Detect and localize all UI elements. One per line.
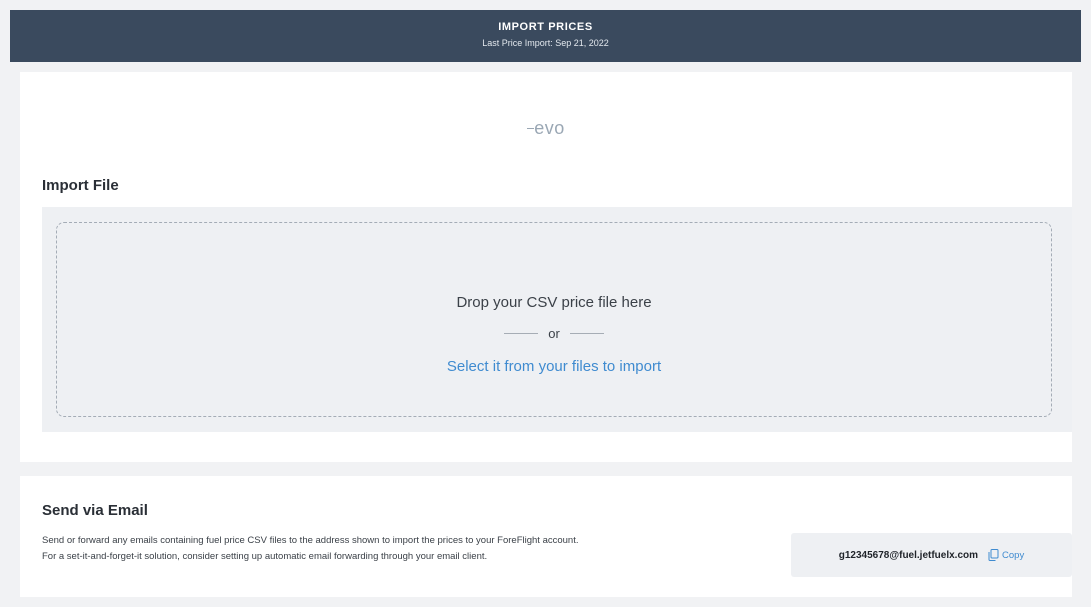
logo-text: evo (534, 118, 565, 138)
email-description: Send or forward any emails containing fu… (42, 533, 792, 565)
page-title: IMPORT PRICES (498, 21, 593, 33)
select-file-link[interactable]: Select it from your files to import (57, 358, 1051, 375)
drop-instruction: Drop your CSV price file here (456, 294, 652, 311)
copy-icon (988, 549, 999, 561)
or-text: or (548, 326, 560, 341)
email-address-box: g12345678@fuel.jetfuelx.com Copy (791, 533, 1072, 577)
import-email-address: g12345678@fuel.jetfuelx.com (838, 549, 979, 561)
email-description-line-2: For a set-it-and-forget-it solution, con… (42, 551, 488, 562)
or-line-right (569, 333, 604, 334)
evo-logo: evo (20, 118, 1072, 139)
last-import-date: Last Price Import: Sep 21, 2022 (482, 38, 609, 48)
or-line-left (504, 333, 539, 334)
drop-band: Drop your CSV price file here or Select … (42, 207, 1072, 432)
csv-drop-zone[interactable]: Drop your CSV price file here or Select … (56, 222, 1052, 417)
logo-dash (527, 127, 535, 129)
import-file-card: evo Import File Drop your CSV price file… (20, 72, 1072, 462)
send-via-email-title: Send via Email (42, 502, 148, 519)
email-description-line-1: Send or forward any emails containing fu… (42, 535, 579, 546)
copy-label: Copy (1002, 549, 1025, 561)
send-via-email-card: Send via Email Send or forward any email… (20, 476, 1072, 597)
page-header: IMPORT PRICES Last Price Import: Sep 21,… (10, 10, 1081, 62)
copy-button[interactable]: Copy (988, 549, 1024, 561)
import-prices-page: IMPORT PRICES Last Price Import: Sep 21,… (0, 0, 1091, 607)
or-divider: or (57, 326, 1051, 341)
import-file-title: Import File (42, 177, 119, 194)
